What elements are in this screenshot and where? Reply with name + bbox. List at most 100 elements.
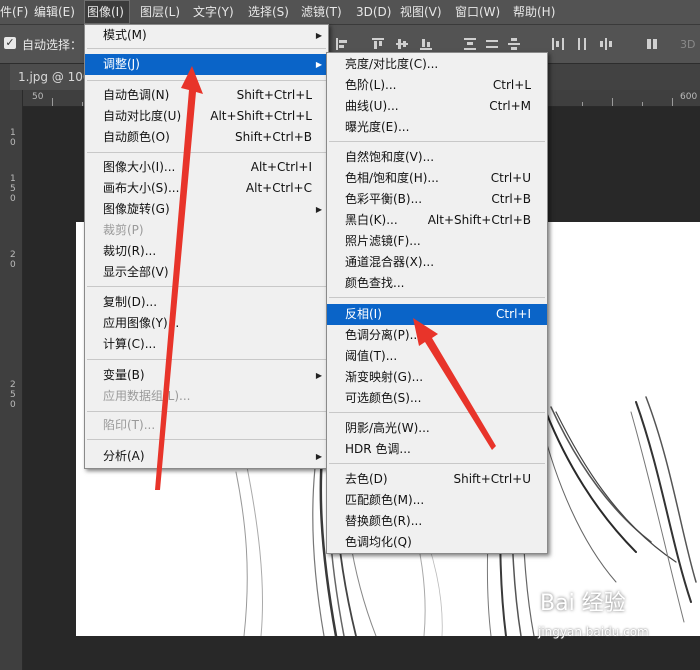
menu-separator bbox=[87, 439, 326, 440]
menu-item-desaturate[interactable]: 去色(D) Shift+Ctrl+U bbox=[327, 469, 547, 490]
menu-item-image-size[interactable]: 图像大小(I)... Alt+Ctrl+I bbox=[85, 157, 328, 178]
submenu-arrow-icon: ▶ bbox=[315, 60, 322, 69]
ruler-label: 5 bbox=[10, 184, 16, 194]
submenu-arrow-icon: ▶ bbox=[315, 31, 322, 40]
ruler-label: 600 bbox=[680, 92, 698, 102]
watermark-url: jingyan.baidu.com bbox=[538, 625, 649, 639]
menu-layer[interactable]: 图层(L) bbox=[140, 0, 180, 24]
menu-item-black-white[interactable]: 黑白(K)... Alt+Shift+Ctrl+B bbox=[327, 210, 547, 231]
ruler-label: 2 bbox=[10, 380, 16, 390]
menu-item-canvas-size[interactable]: 画布大小(S)... Alt+Ctrl+C bbox=[85, 178, 328, 199]
menu-3d[interactable]: 3D(D) bbox=[356, 0, 391, 24]
menu-item-match-color[interactable]: 匹配颜色(M)... bbox=[327, 490, 547, 511]
menu-separator bbox=[87, 359, 326, 360]
menu-item-gradient-map[interactable]: 渐变映射(G)... bbox=[327, 367, 547, 388]
menu-window[interactable]: 窗口(W) bbox=[455, 0, 500, 24]
menu-separator bbox=[87, 411, 326, 412]
menu-separator bbox=[329, 412, 545, 413]
menu-item-posterize[interactable]: 色调分离(P)... bbox=[327, 325, 547, 346]
menu-item-image-rotation[interactable]: 图像旋转(G) ▶ bbox=[85, 199, 328, 220]
ruler-label: 1 bbox=[10, 174, 16, 184]
menu-item-auto-contrast[interactable]: 自动对比度(U) Alt+Shift+Ctrl+L bbox=[85, 106, 328, 127]
menu-item-shadows-highlights[interactable]: 阴影/高光(W)... bbox=[327, 418, 547, 439]
ruler-label: 5 bbox=[10, 390, 16, 400]
distribute-bottom-icon[interactable] bbox=[508, 38, 520, 50]
menu-item-trap: 陷印(T)... bbox=[103, 418, 156, 432]
submenu-arrow-icon: ▶ bbox=[315, 371, 322, 380]
ruler-label: 0 bbox=[10, 194, 16, 204]
menu-item-duplicate[interactable]: 复制(D)... bbox=[85, 292, 328, 313]
menu-separator bbox=[87, 286, 326, 287]
menu-item-auto-tone[interactable]: 自动色调(N) Shift+Ctrl+L bbox=[85, 85, 328, 106]
ruler-label: 50 bbox=[32, 92, 44, 102]
menu-type[interactable]: 文字(Y) bbox=[193, 0, 234, 24]
menu-item-photo-filter[interactable]: 照片滤镜(F)... bbox=[327, 231, 547, 252]
align-left-icon[interactable] bbox=[336, 38, 348, 50]
watermark-logo: Bai 经验 bbox=[540, 591, 626, 616]
menu-item-channel-mixer[interactable]: 通道混合器(X)... bbox=[327, 252, 547, 273]
menu-separator bbox=[87, 80, 326, 81]
3d-mode-label: 3D bbox=[680, 38, 696, 51]
menu-item-levels[interactable]: 色阶(L)... Ctrl+L bbox=[327, 75, 547, 96]
menu-item-mode[interactable]: 模式(M) ▶ bbox=[85, 25, 328, 46]
menu-image[interactable]: 图像(I) bbox=[84, 0, 130, 24]
menu-help[interactable]: 帮助(H) bbox=[513, 0, 555, 24]
menu-file[interactable]: 件(F) bbox=[0, 0, 28, 24]
ruler-label: 2 bbox=[10, 250, 16, 260]
adjustments-submenu: 亮度/对比度(C)... 色阶(L)... Ctrl+L 曲线(U)... Ctrl… bbox=[326, 52, 548, 554]
align-bottom-icon[interactable] bbox=[420, 38, 432, 50]
image-menu: 模式(M) ▶ 调整(J) ▶ 自动色调(N) Shift+Ctrl+L 自动对比度(… bbox=[84, 24, 329, 469]
menu-item-crop: 裁剪(P) bbox=[103, 223, 144, 237]
menu-item-replace-color[interactable]: 替换颜色(R)... bbox=[327, 511, 547, 532]
distribute-hcenter-icon[interactable] bbox=[576, 38, 588, 50]
menu-item-apply-image[interactable]: 应用图像(Y)... bbox=[85, 313, 328, 334]
menu-item-brightness-contrast[interactable]: 亮度/对比度(C)... bbox=[327, 54, 547, 75]
menu-separator bbox=[329, 297, 545, 298]
menu-edit[interactable]: 编辑(E) bbox=[34, 0, 75, 24]
ruler-label: 0 bbox=[10, 400, 16, 410]
menu-item-vibrance[interactable]: 自然饱和度(V)... bbox=[327, 147, 547, 168]
menu-item-equalize[interactable]: 色调均化(Q) bbox=[327, 532, 547, 553]
menu-item-color-balance[interactable]: 色彩平衡(B)... Ctrl+B bbox=[327, 189, 547, 210]
baidu-watermark: Bai 经验 jingyan.baidu.com bbox=[538, 585, 688, 645]
menu-separator bbox=[329, 463, 545, 464]
menu-item-analysis[interactable]: 分析(A) ▶ bbox=[85, 446, 328, 467]
menu-item-color-lookup[interactable]: 颜色查找... bbox=[327, 273, 547, 294]
menu-item-threshold[interactable]: 阈值(T)... bbox=[327, 346, 547, 367]
menu-select[interactable]: 选择(S) bbox=[248, 0, 289, 24]
menu-item-exposure[interactable]: 曝光度(E)... bbox=[327, 117, 547, 138]
distribute-top-icon[interactable] bbox=[464, 38, 476, 50]
menu-item-apply-data-set: 应用数据组(L)... bbox=[103, 389, 191, 403]
menu-filter[interactable]: 滤镜(T) bbox=[301, 0, 342, 24]
ruler-label: 0 bbox=[10, 260, 16, 270]
menu-bar: 件(F) 编辑(E) 图像(I) 图层(L) 文字(Y) 选择(S) 滤镜(T)… bbox=[0, 0, 700, 25]
menu-item-hue-saturation[interactable]: 色相/饱和度(H)... Ctrl+U bbox=[327, 168, 547, 189]
menu-view[interactable]: 视图(V) bbox=[400, 0, 442, 24]
distribute-right-icon[interactable] bbox=[600, 38, 612, 50]
menu-separator bbox=[87, 48, 326, 49]
menu-item-variables[interactable]: 变量(B) ▶ bbox=[85, 365, 328, 386]
menu-separator bbox=[329, 141, 545, 142]
menu-item-curves[interactable]: 曲线(U)... Ctrl+M bbox=[327, 96, 547, 117]
menu-item-calculations[interactable]: 计算(C)... bbox=[85, 334, 328, 355]
distribute-left-icon[interactable] bbox=[552, 38, 564, 50]
auto-align-icon[interactable] bbox=[646, 38, 658, 50]
align-top-icon[interactable] bbox=[372, 38, 384, 50]
auto-select-label: 自动选择： bbox=[22, 38, 83, 52]
menu-item-hdr-toning[interactable]: HDR 色调... bbox=[327, 439, 547, 460]
ruler-label: 0 bbox=[10, 138, 16, 148]
auto-select-checkbox[interactable]: ✓ bbox=[4, 37, 16, 49]
menu-item-trim[interactable]: 裁切(R)... bbox=[85, 241, 328, 262]
submenu-arrow-icon: ▶ bbox=[315, 452, 322, 461]
align-vcenter-icon[interactable] bbox=[396, 38, 408, 50]
distribute-vcenter-icon[interactable] bbox=[486, 38, 498, 50]
menu-item-reveal-all[interactable]: 显示全部(V) bbox=[85, 262, 328, 283]
menu-separator bbox=[87, 152, 326, 153]
menu-item-selective-color[interactable]: 可选颜色(S)... bbox=[327, 388, 547, 409]
menu-item-auto-color[interactable]: 自动颜色(O) Shift+Ctrl+B bbox=[85, 127, 328, 148]
ruler-label: 1 bbox=[10, 128, 16, 138]
menu-item-invert[interactable]: 反相(I) Ctrl+I bbox=[327, 304, 547, 325]
submenu-arrow-icon: ▶ bbox=[315, 205, 322, 214]
menu-item-adjustments[interactable]: 调整(J) ▶ bbox=[85, 54, 328, 75]
vertical-ruler: 1 0 1 5 0 2 0 2 5 0 bbox=[0, 90, 23, 670]
